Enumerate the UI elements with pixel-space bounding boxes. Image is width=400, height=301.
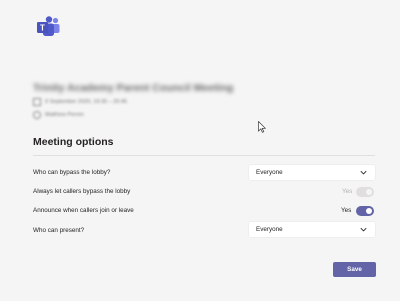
- announce-callers-toggle[interactable]: [356, 206, 374, 216]
- meeting-date-row: 9 September 2020, 19:30 – 20:45: [33, 98, 127, 106]
- svg-text:T: T: [40, 24, 45, 33]
- presenters-dropdown[interactable]: Everyone: [249, 222, 375, 237]
- presenters-label: Who can present?: [33, 227, 85, 234]
- chevron-down-icon: [360, 227, 367, 232]
- bypass-lobby-label: Who can bypass the lobby?: [33, 169, 111, 176]
- bypass-lobby-dropdown[interactable]: Everyone: [249, 165, 375, 180]
- callers-bypass-toggle: [356, 187, 374, 197]
- toggle-knob: [366, 208, 372, 214]
- mouse-cursor-icon: [258, 121, 266, 133]
- microsoft-teams-logo-icon: T: [37, 16, 60, 36]
- callers-bypass-state: Yes: [342, 188, 353, 195]
- callers-bypass-label: Always let callers bypass the lobby: [33, 188, 131, 195]
- bypass-lobby-value: Everyone: [256, 169, 283, 176]
- meeting-organizer: Matthew Perren: [45, 112, 84, 118]
- heading-divider: [33, 155, 375, 156]
- meeting-options-heading: Meeting options: [33, 136, 114, 148]
- meeting-datetime: 9 September 2020, 19:30 – 20:45: [45, 99, 127, 105]
- chevron-down-icon: [360, 170, 367, 175]
- meeting-organizer-row: Matthew Perren: [33, 111, 84, 119]
- presenters-value: Everyone: [256, 226, 283, 233]
- meeting-title: Trinity Academy Parent Council Meeting: [33, 82, 234, 94]
- announce-callers-state: Yes: [341, 207, 352, 214]
- person-icon: [33, 111, 41, 119]
- save-button[interactable]: Save: [333, 262, 376, 277]
- toggle-knob: [366, 189, 372, 195]
- calendar-icon: [33, 98, 41, 106]
- announce-callers-label: Announce when callers join or leave: [33, 207, 134, 214]
